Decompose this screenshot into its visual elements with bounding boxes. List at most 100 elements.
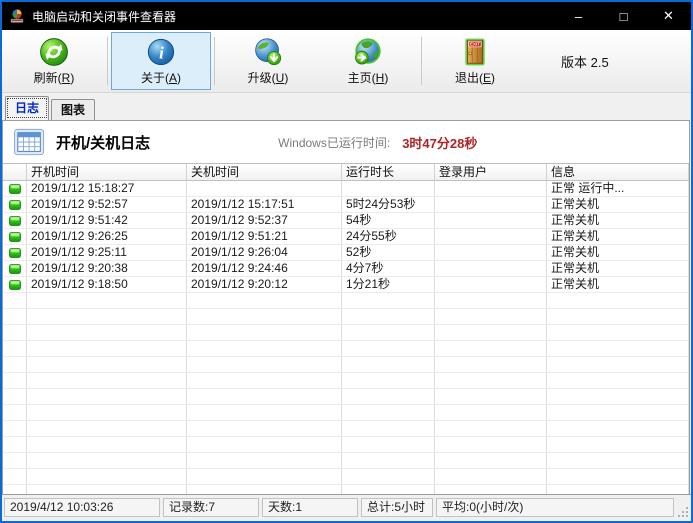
cell-duration: 4分7秒 [342, 261, 435, 277]
cell-info [547, 357, 689, 373]
column-header-end-time[interactable]: 关机时间 [187, 164, 342, 181]
cell-start-time: 2019/1/12 9:18:50 [27, 277, 187, 293]
cell-end-time: 2019/1/12 9:51:21 [187, 229, 342, 245]
refresh-button[interactable]: 刷新(R) [4, 32, 104, 90]
cell-user [435, 245, 547, 261]
window-title: 电脑启动和关闭事件查看器 [32, 8, 556, 25]
cell-info: 正常关机 [547, 261, 689, 277]
row-status-icon [3, 405, 27, 421]
row-status-icon [3, 309, 27, 325]
tab-log[interactable]: 日志 [5, 96, 49, 120]
column-header-user[interactable]: 登录用户 [435, 164, 547, 181]
home-button[interactable]: 主页(H) [318, 32, 418, 90]
about-button[interactable]: i 关于(A) [111, 32, 211, 90]
info-icon: i [146, 37, 176, 67]
svg-text:i: i [159, 43, 164, 62]
log-panel-title: 开机/关机日志 [56, 132, 150, 153]
row-status-icon [3, 453, 27, 469]
cell-duration [342, 341, 435, 357]
column-header-icon[interactable] [3, 164, 27, 181]
cell-duration [342, 485, 435, 494]
table-row[interactable]: 2019/1/12 9:51:42 2019/1/12 9:52:37 54秒 … [3, 213, 689, 229]
cell-user [435, 469, 547, 485]
cell-end-time [187, 485, 342, 494]
cell-user [435, 309, 547, 325]
status-record-count: 记录数:7 [163, 498, 259, 517]
cell-end-time [187, 309, 342, 325]
cell-duration [342, 453, 435, 469]
title-bar: 电脑启动和关闭事件查看器 – □ ✕ [2, 2, 691, 30]
uptime-label: Windows已运行时间: [278, 134, 390, 151]
version-label: 版本 2.5 [561, 52, 609, 71]
cell-end-time [187, 181, 342, 197]
cell-user [435, 421, 547, 437]
cell-duration: 52秒 [342, 245, 435, 261]
table-row[interactable]: 2019/1/12 9:26:25 2019/1/12 9:51:21 24分5… [3, 229, 689, 245]
cell-start-time [27, 437, 187, 453]
row-status-icon [3, 373, 27, 389]
upgrade-button[interactable]: 升级(U) [218, 32, 318, 90]
tab-chart[interactable]: 图表 [51, 99, 95, 120]
cell-start-time [27, 357, 187, 373]
cell-end-time [187, 437, 342, 453]
cell-start-time [27, 485, 187, 494]
cell-user [435, 293, 547, 309]
cell-duration: 24分55秒 [342, 229, 435, 245]
uptime-value: 3时47分28秒 [402, 133, 477, 152]
cell-user [435, 373, 547, 389]
cell-end-time: 2019/1/12 9:24:46 [187, 261, 342, 277]
minimize-button[interactable]: – [556, 2, 601, 30]
cell-end-time [187, 453, 342, 469]
tab-strip: 日志 图表 [2, 93, 691, 120]
cell-duration: 1分21秒 [342, 277, 435, 293]
cell-info [547, 469, 689, 485]
cell-user [435, 261, 547, 277]
toolbar-separator [421, 37, 422, 85]
cell-duration [342, 437, 435, 453]
maximize-button[interactable]: □ [601, 2, 646, 30]
cell-user [435, 453, 547, 469]
cell-start-time: 2019/1/12 9:25:11 [27, 245, 187, 261]
cell-user [435, 357, 547, 373]
app-window: 电脑启动和关闭事件查看器 – □ ✕ 刷新(R) [0, 0, 693, 523]
table-row[interactable]: 2019/1/12 15:18:27 正常 运行中... [3, 181, 689, 197]
row-status-icon [3, 293, 27, 309]
resize-grip-icon[interactable] [677, 506, 689, 518]
status-bar: 2019/4/12 10:03:26 记录数:7 天数:1 总计:5小时 平均:… [2, 494, 691, 521]
empty-table-row [3, 341, 689, 357]
column-header-duration[interactable]: 运行时长 [342, 164, 435, 181]
refresh-button-label: 刷新(R) [34, 69, 75, 86]
status-day-count: 天数:1 [262, 498, 358, 517]
table-row[interactable]: 2019/1/12 9:52:57 2019/1/12 15:17:51 5时2… [3, 197, 689, 213]
cell-start-time [27, 373, 187, 389]
cell-start-time [27, 453, 187, 469]
cell-start-time: 2019/1/12 9:26:25 [27, 229, 187, 245]
about-button-label: 关于(A) [141, 69, 181, 86]
empty-table-row [3, 373, 689, 389]
row-status-icon [3, 357, 27, 373]
app-icon [9, 8, 25, 24]
cell-info [547, 373, 689, 389]
cell-user [435, 485, 547, 494]
column-header-info[interactable]: 信息 [547, 164, 689, 181]
cell-user [435, 325, 547, 341]
close-button[interactable]: ✕ [646, 2, 691, 30]
table-row[interactable]: 2019/1/12 9:25:11 2019/1/12 9:26:04 52秒 … [3, 245, 689, 261]
exit-door-icon: EXIT [460, 37, 490, 67]
cell-start-time: 2019/1/12 9:20:38 [27, 261, 187, 277]
table-row[interactable]: 2019/1/12 9:18:50 2019/1/12 9:20:12 1分21… [3, 277, 689, 293]
table-row[interactable]: 2019/1/12 9:20:38 2019/1/12 9:24:46 4分7秒… [3, 261, 689, 277]
toolbar: 刷新(R) i 关于(A) [2, 30, 691, 93]
cell-info: 正常关机 [547, 213, 689, 229]
status-average: 平均:0(小时/次) [436, 498, 674, 517]
cell-start-time: 2019/1/12 15:18:27 [27, 181, 187, 197]
status-current-datetime: 2019/4/12 10:03:26 [4, 498, 160, 517]
cell-info [547, 325, 689, 341]
column-header-start-time[interactable]: 开机时间 [27, 164, 187, 181]
cell-duration [342, 389, 435, 405]
home-globe-icon [353, 37, 383, 67]
exit-button[interactable]: EXIT 退出(E) [425, 32, 525, 90]
cell-info [547, 421, 689, 437]
exit-button-label: 退出(E) [455, 69, 495, 86]
cell-user [435, 197, 547, 213]
